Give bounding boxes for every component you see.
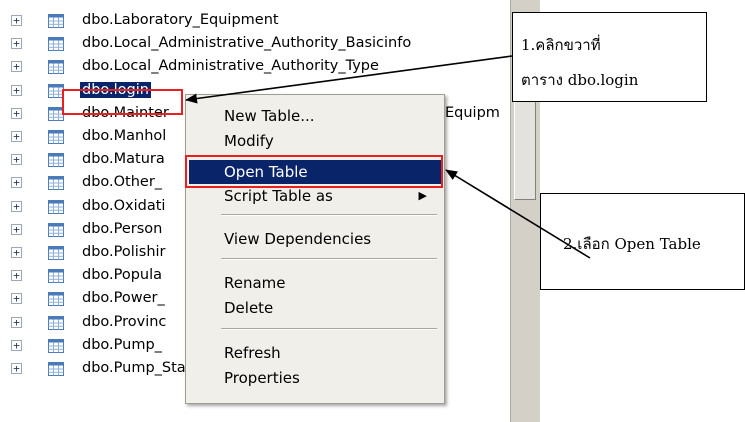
menu-item-label: View Dependencies (224, 230, 372, 248)
expand-plus-icon[interactable]: + (11, 223, 22, 235)
tree-table-row[interactable]: + dbo.Laboratory_Equipment (0, 10, 510, 33)
table-icon (48, 315, 64, 330)
tree-table-row[interactable]: + dbo.Local_Administrative_Authority_Type (0, 56, 510, 79)
expand-plus-icon[interactable]: + (11, 38, 22, 50)
table-label: dbo.Local_Administrative_Authority_Type (82, 58, 379, 75)
expand-plus-icon[interactable]: + (11, 247, 22, 258)
table-label: dbo.Polishir (82, 244, 166, 260)
table-label: dbo.Manhol (82, 128, 167, 144)
table-icon (48, 338, 64, 353)
table-label: dbo.Local_Administrative_Authority_Basic… (82, 35, 412, 52)
obscured-label-fragment: Equipm (445, 104, 500, 121)
table-icon (48, 199, 64, 214)
expand-plus-icon[interactable]: + (11, 107, 22, 119)
callout-step-1-line-2: ตาราง dbo.login (521, 71, 639, 89)
expand-plus-icon[interactable]: + (11, 177, 22, 189)
table-label: dbo.Matura (82, 151, 165, 168)
menu-item-rename[interactable]: Rename (189, 271, 441, 295)
expand-plus-icon[interactable]: + (11, 200, 22, 212)
table-label: dbo.Power_ (82, 290, 165, 307)
table-icon (48, 37, 64, 52)
table-icon (48, 269, 64, 284)
expand-plus-icon[interactable]: + (11, 339, 22, 351)
menu-item-label: Delete (224, 299, 274, 317)
menu-item-label: Properties (224, 369, 300, 387)
menu-item-label: Refresh (224, 344, 281, 362)
table-label: dbo.Oxidati (82, 197, 166, 214)
menu-item-properties[interactable]: Properties (189, 366, 441, 390)
expand-plus-icon[interactable]: + (11, 131, 22, 142)
table-icon (48, 14, 64, 28)
menu-item-view-dependencies[interactable]: View Dependencies (189, 227, 441, 251)
table-label: dbo.Provinc (82, 313, 167, 330)
context-menu: New Table... Modify Open Table Script Ta… (185, 94, 445, 404)
expand-plus-icon[interactable]: + (11, 84, 22, 96)
table-icon (48, 153, 64, 168)
table-label: dbo.Popula (82, 267, 163, 284)
callout-step-1-line-1: 1.คลิกขวาที่ (521, 36, 601, 54)
callout-step-2: 2.เลือก Open Table (540, 193, 745, 290)
menu-item-label: Rename (224, 274, 286, 292)
menu-item-label: Script Table as (224, 187, 333, 205)
menu-separator (221, 214, 437, 216)
table-icon (48, 176, 64, 191)
expand-plus-icon[interactable]: + (11, 363, 22, 374)
menu-item-label: Modify (224, 132, 274, 150)
callout-step-1: 1.คลิกขวาที่ ตาราง dbo.login (512, 12, 707, 102)
tree-table-row[interactable]: + dbo.Local_Administrative_Authority_Basi… (0, 33, 510, 56)
annotation-highlight-open-table (185, 155, 443, 188)
table-icon (48, 362, 64, 376)
menu-item-delete[interactable]: Delete (189, 296, 441, 320)
menu-item-modify[interactable]: Modify (189, 129, 441, 153)
table-label: dbo.Other_ (82, 174, 163, 191)
annotation-highlight-dbo-login (62, 89, 183, 115)
table-icon (48, 222, 64, 237)
expand-plus-icon[interactable]: + (11, 316, 22, 328)
callout-step-2-text: 2.เลือก Open Table (563, 235, 701, 253)
table-icon (48, 60, 64, 75)
menu-item-label: New Table... (224, 107, 315, 125)
menu-separator (221, 328, 437, 330)
table-icon (48, 292, 64, 307)
table-icon (48, 246, 64, 260)
table-label: dbo.Person (82, 220, 163, 237)
menu-item-refresh[interactable]: Refresh (189, 341, 441, 365)
expand-plus-icon[interactable]: + (11, 61, 22, 73)
menu-separator (221, 258, 437, 260)
expand-plus-icon[interactable]: + (11, 293, 22, 305)
expand-plus-icon[interactable]: + (11, 15, 22, 26)
table-icon (48, 130, 64, 144)
expand-plus-icon[interactable]: + (11, 270, 22, 282)
menu-item-new-table[interactable]: New Table... (189, 104, 441, 128)
table-label: dbo.Laboratory_Equipment (82, 12, 279, 28)
expand-plus-icon[interactable]: + (11, 154, 22, 166)
table-label: dbo.Pump_ (82, 336, 162, 353)
